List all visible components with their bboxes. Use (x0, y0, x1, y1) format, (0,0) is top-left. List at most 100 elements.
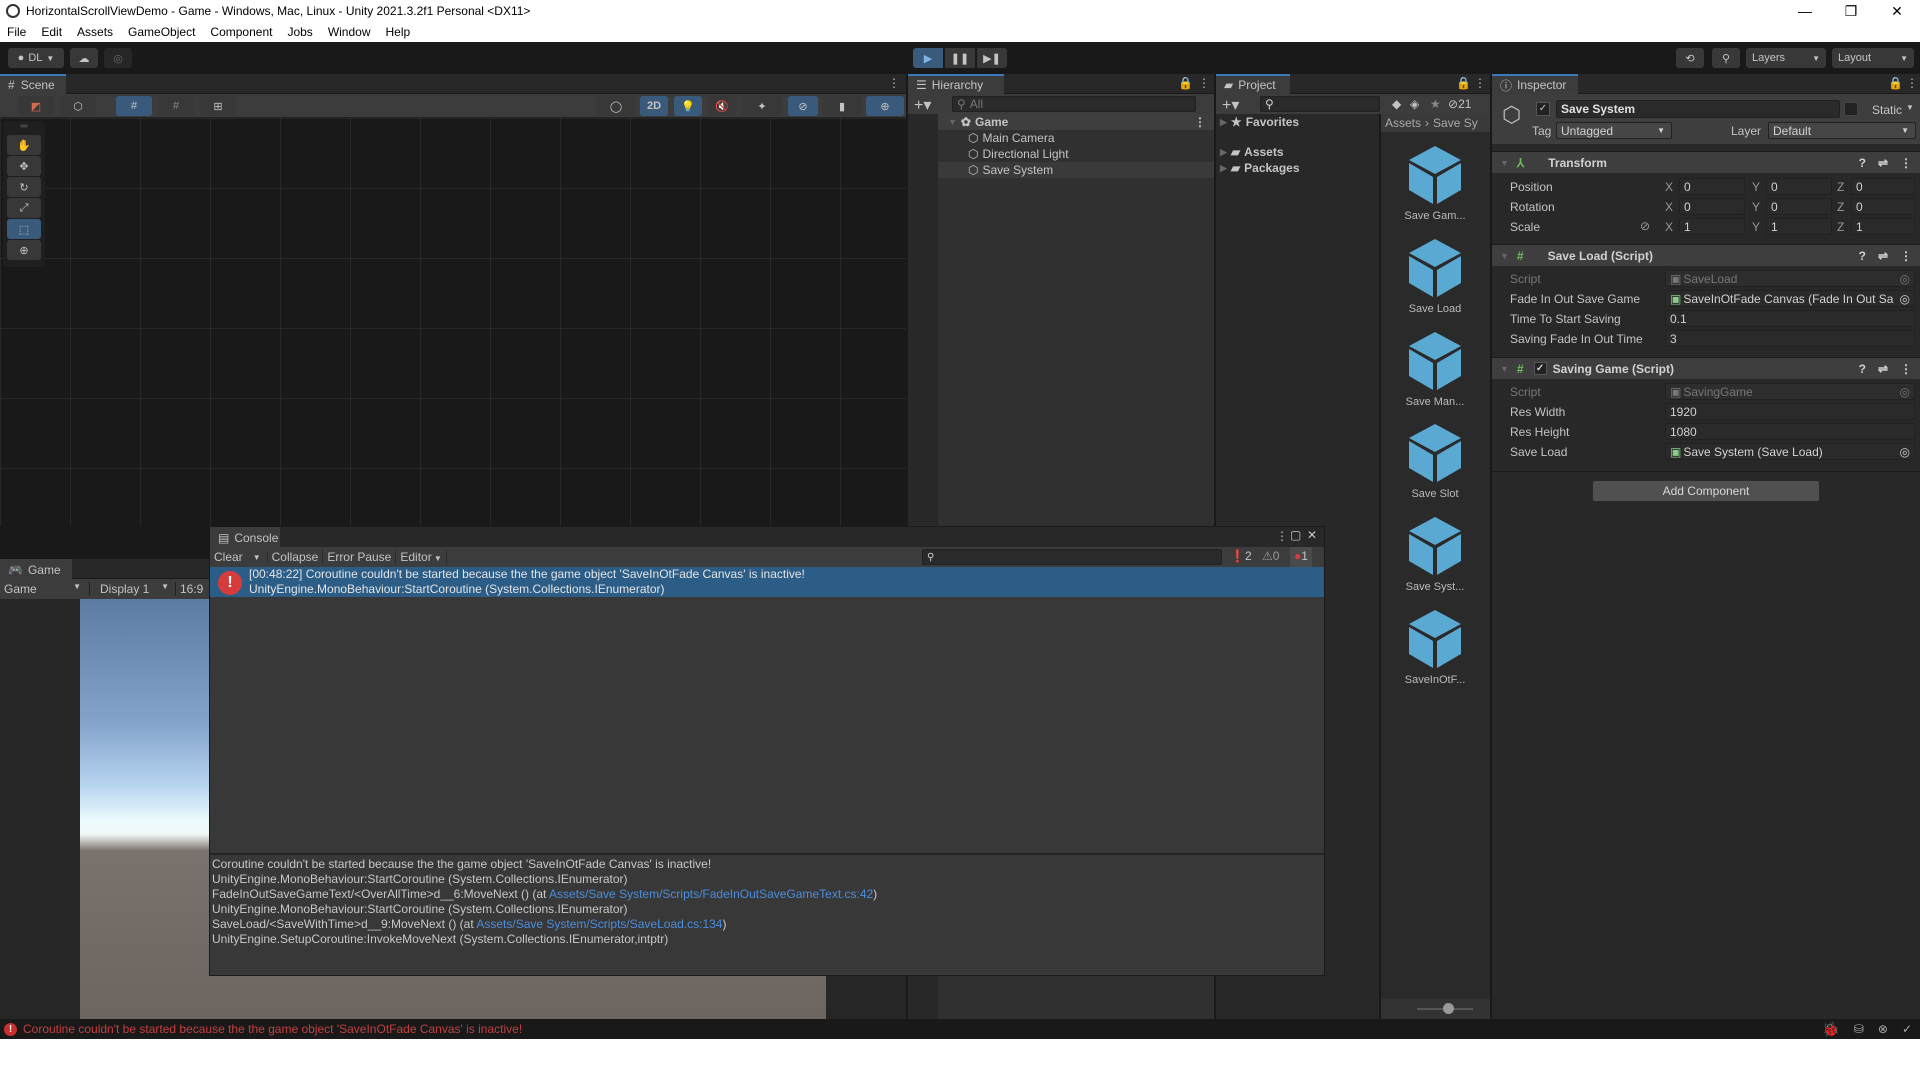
icon-size-slider-handle[interactable] (1443, 1003, 1454, 1014)
error-pause-toggle[interactable]: Error Pause (323, 550, 397, 564)
lighting-toggle[interactable]: 💡 (674, 96, 702, 116)
layout-dropdown[interactable]: Layout ▼ (1832, 48, 1914, 68)
static-dropdown[interactable]: ▼ (1906, 103, 1914, 112)
value-input[interactable]: 3 (1665, 330, 1915, 347)
scale-z-input[interactable]: 1 (1851, 218, 1915, 235)
favorite-star-icon[interactable]: ★ (1430, 97, 1441, 111)
value-input[interactable]: 0.1 (1665, 310, 1915, 327)
y-axis-label[interactable]: Y (1752, 200, 1760, 214)
preset-icon[interactable]: ⇌ (1878, 156, 1888, 170)
hierarchy-item[interactable]: ⬡ Main Camera (968, 130, 1055, 146)
clear-button[interactable]: Clear (210, 550, 247, 564)
collapse-arrow-icon[interactable]: ▼ (1500, 364, 1509, 374)
project-search-input[interactable]: ⚲ (1260, 96, 1380, 112)
rotation-x-input[interactable]: 0 (1679, 198, 1745, 215)
pause-button[interactable]: ❚❚ (945, 48, 975, 68)
x-axis-label[interactable]: X (1665, 180, 1673, 194)
layers-dropdown[interactable]: Layers ▼ (1746, 48, 1826, 68)
step-button[interactable]: ▶❚ (977, 48, 1007, 68)
grid-snap-button[interactable]: # (116, 96, 152, 116)
game-view-dropdown[interactable]: Game ▼ (0, 582, 90, 596)
source-link[interactable]: Assets/Save System/Scripts/FadeInOutSave… (549, 887, 873, 901)
filter-type-icon[interactable]: ◆ (1392, 97, 1401, 111)
increment-snap-button[interactable]: # (158, 96, 194, 116)
tab-project[interactable]: ▰ Project (1216, 74, 1290, 94)
maximize-button[interactable]: ❐ (1828, 3, 1874, 20)
object-name-input[interactable]: Save System (1556, 100, 1840, 118)
source-link[interactable]: Assets/Save System/Scripts/SaveLoad.cs:1… (476, 917, 722, 931)
asset-item[interactable]: Save Gam... (1390, 144, 1480, 230)
drag-handle[interactable]: ═ (3, 121, 45, 135)
tab-inspector[interactable]: ⓘ Inspector (1492, 74, 1578, 94)
asset-item[interactable]: SaveInOtF... (1390, 608, 1480, 694)
auto-gen-lighting-icon[interactable]: ⊗ (1878, 1022, 1888, 1036)
tree-assets[interactable]: ▶ ▰ Assets (1220, 144, 1284, 160)
asset-item[interactable]: Save Load (1390, 237, 1480, 323)
scale-tool[interactable]: ⤢ (7, 198, 41, 218)
position-z-input[interactable]: 0 (1851, 178, 1915, 195)
transform-header[interactable]: ▼ ⅄ Transform ? ⇌ ⋮ (1492, 151, 1920, 173)
help-icon[interactable]: ? (1859, 362, 1866, 376)
undo-history-button[interactable]: ⟲ (1676, 48, 1704, 68)
move-tool[interactable]: ✥ (7, 156, 41, 176)
collapse-toggle[interactable]: Collapse (268, 550, 324, 564)
rotation-z-input[interactable]: 0 (1851, 198, 1915, 215)
hierarchy-item[interactable]: ⬡ Directional Light (968, 146, 1069, 162)
console-log-list[interactable] (210, 597, 1324, 855)
asset-item[interactable]: Save Syst... (1390, 515, 1480, 601)
effects-dropdown[interactable]: ✦ (742, 96, 782, 116)
layer-dropdown[interactable]: Default ▼ (1768, 122, 1916, 139)
menu-help[interactable]: Help (379, 25, 419, 39)
minimize-button[interactable]: — (1782, 3, 1828, 20)
hidden-packages-toggle[interactable]: ⊘21 (1448, 97, 1471, 111)
filter-label-icon[interactable]: ◈ (1410, 97, 1419, 111)
collapse-arrow-icon[interactable]: ▼ (1500, 251, 1509, 261)
y-axis-label[interactable]: Y (1752, 180, 1760, 194)
component-menu-icon[interactable]: ⋮ (1900, 362, 1912, 376)
hand-tool[interactable]: ✋ (7, 135, 41, 155)
cache-server-icon[interactable]: ⛁ (1854, 1022, 1864, 1036)
error-filter-toggle[interactable]: ●1 (1290, 547, 1312, 567)
scene-visibility-toggle[interactable]: ⊘ (788, 96, 818, 116)
scale-x-input[interactable]: 1 (1679, 218, 1745, 235)
x-axis-label[interactable]: X (1665, 200, 1673, 214)
project-panel-menu[interactable]: ⋮ (1474, 76, 1486, 90)
y-axis-label[interactable]: Y (1752, 220, 1760, 234)
display-dropdown[interactable]: Display 1 ▼ (90, 582, 176, 596)
x-axis-label[interactable]: X (1665, 220, 1673, 234)
lock-icon[interactable]: 🔒 (1888, 76, 1903, 90)
rotation-y-input[interactable]: 0 (1766, 198, 1832, 215)
preset-icon[interactable]: ⇌ (1878, 362, 1888, 376)
rect-tool[interactable]: ⬚ (7, 219, 41, 239)
menu-jobs[interactable]: Jobs (280, 25, 320, 39)
component-menu-icon[interactable]: ⋮ (1900, 249, 1912, 263)
collab-button[interactable]: ◎ (104, 48, 132, 68)
menu-edit[interactable]: Edit (34, 25, 70, 39)
asset-item[interactable]: Save Slot (1390, 422, 1480, 508)
console-panel-menu[interactable]: ⋮ (1276, 529, 1288, 543)
add-component-button[interactable]: Add Component (1592, 480, 1820, 502)
info-filter-toggle[interactable]: ❗2 (1230, 549, 1252, 563)
component-menu-icon[interactable]: ⋮ (1900, 156, 1912, 170)
z-axis-label[interactable]: Z (1837, 200, 1844, 214)
collapse-arrow-icon[interactable]: ▼ (1500, 158, 1509, 168)
savinggame-header[interactable]: ▼ # ✓ Saving Game (Script) ? ⇌ ⋮ (1492, 357, 1920, 379)
menu-window[interactable]: Window (321, 25, 379, 39)
lock-icon[interactable]: 🔒 (1178, 76, 1193, 90)
maximize-icon[interactable]: ▢ (1290, 528, 1301, 542)
z-axis-label[interactable]: Z (1837, 180, 1844, 194)
breadcrumb-save-system[interactable]: Save Sy (1433, 116, 1478, 130)
create-asset-button[interactable]: +▾ (1222, 95, 1239, 115)
z-axis-label[interactable]: Z (1837, 220, 1844, 234)
search-button[interactable]: ⚲ (1712, 48, 1740, 68)
account-dropdown[interactable]: ● DL ▼ (8, 48, 64, 68)
scene-menu-icon[interactable]: ⋮ (1194, 115, 1206, 129)
preset-icon[interactable]: ⇌ (1878, 249, 1888, 263)
shading-dropdown[interactable]: ◯ (596, 96, 636, 116)
saveload-header[interactable]: ▼ # Save Load (Script) ? ⇌ ⋮ (1492, 244, 1920, 266)
value-input[interactable]: 1920 (1665, 403, 1915, 420)
play-button[interactable]: ▶ (913, 48, 943, 68)
debug-mode-icon[interactable]: 🐞 (1822, 1021, 1839, 1038)
audio-toggle[interactable]: 🔇 (708, 96, 736, 116)
scale-y-input[interactable]: 1 (1766, 218, 1832, 235)
